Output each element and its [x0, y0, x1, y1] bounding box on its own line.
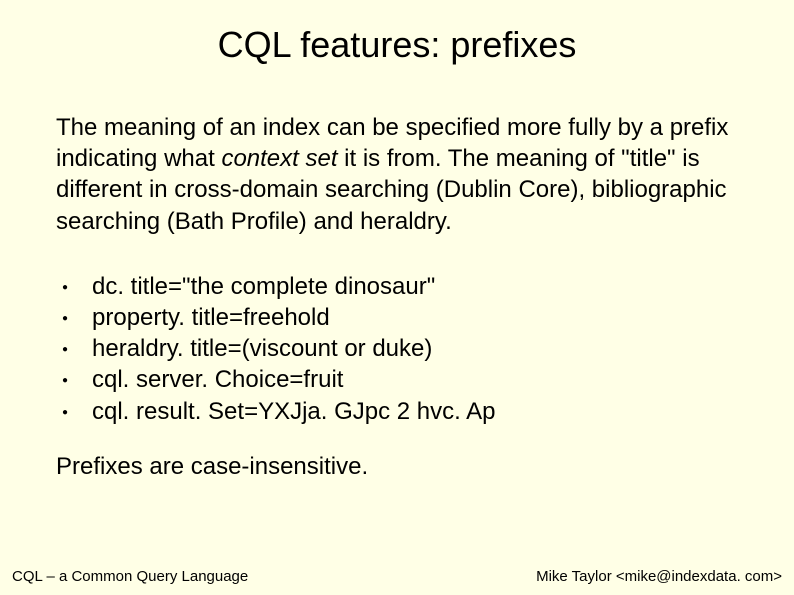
- closing-text: Prefixes are case-insensitive.: [0, 453, 794, 481]
- list-item: ● heraldry. title=(viscount or duke): [56, 333, 794, 364]
- body-paragraph: The meaning of an index can be specified…: [0, 112, 794, 237]
- example-text: cql. result. Set=YXJja. GJpc 2 hvc. Ap: [92, 398, 496, 425]
- footer-left: CQL – a Common Query Language: [12, 568, 248, 585]
- list-item: ● property. title=freehold: [56, 302, 794, 333]
- list-item: ● cql. result. Set=YXJja. GJpc 2 hvc. Ap: [56, 396, 794, 427]
- example-text: dc. title="the complete dinosaur": [92, 273, 435, 300]
- slide-title: CQL features: prefixes: [0, 0, 794, 86]
- list-item: ● dc. title="the complete dinosaur": [56, 271, 794, 302]
- example-text: heraldry. title=(viscount or duke): [92, 335, 432, 362]
- slide: CQL features: prefixes The meaning of an…: [0, 0, 794, 595]
- bullet-icon: ●: [62, 281, 68, 294]
- list-item: ● cql. server. Choice=fruit: [56, 364, 794, 395]
- example-text: cql. server. Choice=fruit: [92, 366, 343, 393]
- footer-right: Mike Taylor <mike@indexdata. com>: [536, 568, 782, 585]
- bullet-icon: ●: [62, 343, 68, 356]
- paragraph-italic: context set: [221, 145, 337, 172]
- example-text: property. title=freehold: [92, 304, 330, 331]
- examples-list: ● dc. title="the complete dinosaur" ● prop…: [0, 271, 794, 427]
- footer: CQL – a Common Query Language Mike Taylo…: [0, 568, 794, 585]
- bullet-icon: ●: [62, 374, 68, 387]
- bullet-icon: ●: [62, 406, 68, 419]
- bullet-icon: ●: [62, 312, 68, 325]
